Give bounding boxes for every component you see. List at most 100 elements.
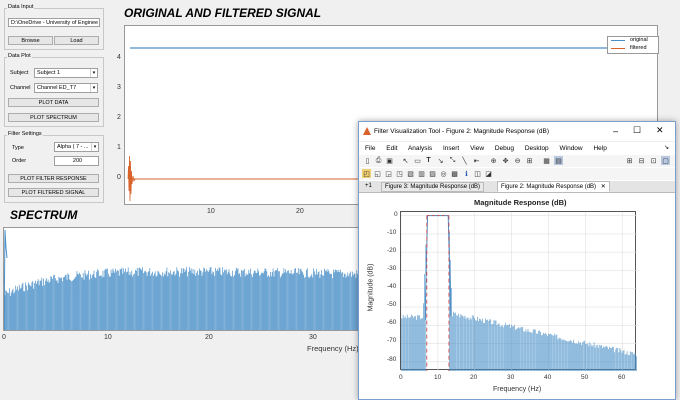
menu-file[interactable]: File [365,145,375,152]
mag-xtick: 40 [544,374,552,381]
data-input-title: Data Input [7,4,35,10]
tab-list-icon[interactable]: +1 [365,183,372,189]
fvtool-window[interactable]: Filter Visualization Tool - Figure 2: Ma… [358,121,676,400]
menu-insert[interactable]: Insert [443,145,459,152]
grid-icon[interactable]: ▦ [542,156,551,165]
magnitude-response-icon[interactable]: ◰ [362,169,371,178]
legend-filtered-label: filtered [630,45,647,51]
plot-filter-response-button[interactable]: PLOT FILTER RESPONSE [8,174,99,183]
channel-value: Channel ED_T7 [37,85,77,91]
menu-help[interactable]: Help [593,145,606,152]
tab-close-icon[interactable]: ✕ [601,184,606,190]
zoom-fit-icon[interactable]: ⊞ [525,156,534,165]
subject-value: Subject 1 [37,70,60,76]
mag-ytick: -80 [387,356,397,363]
zoom-in-icon[interactable]: ⊕ [489,156,498,165]
browse-button[interactable]: Browse [8,36,53,45]
channel-select[interactable]: Channel ED_T7 ▾ [34,83,98,93]
path-input[interactable]: D:\OneDrive - University of Enginee [8,18,100,27]
spectrum-xtick: 0 [2,334,6,341]
data-cursor-icon[interactable]: ✥ [501,156,510,165]
tab-figure-2-label: Figure 2: Magnitude Response (dB) [501,184,597,190]
signal-ytick: 0 [117,174,121,181]
impulse-response-icon[interactable]: ▥ [417,169,426,178]
menu-analysis[interactable]: Analysis [408,145,432,152]
menu-desktop[interactable]: Desktop [525,145,549,152]
magnitude-plot-title: Magnitude Response (dB) [474,198,567,207]
tile-2v-icon[interactable]: ⊡ [649,156,658,165]
magnitude-sidelobes [401,231,637,371]
tab-figure-2[interactable]: Figure 2: Magnitude Response (dB) ✕ [497,181,610,192]
phase-delay-icon[interactable]: ▧ [406,169,415,178]
type-select[interactable]: Alpha ( 7 - ... ▾ [54,142,99,152]
plot-spectrum-button[interactable]: PLOT SPECTRUM [8,113,99,122]
dock-icon[interactable]: ▢ [661,156,670,165]
tile-4-icon[interactable]: ⊞ [625,156,634,165]
spectrum-xtick: 20 [205,334,213,341]
mag-xtick: 0 [399,374,403,381]
arrow-icon[interactable]: ↘ [436,156,445,165]
mag-xtick: 60 [618,374,626,381]
zoom-out-icon[interactable]: ⊖ [513,156,522,165]
subject-select[interactable]: Subject 1 ▾ [34,68,98,78]
info-icon[interactable]: ℹ [462,169,471,178]
mag-ytick: -40 [387,283,397,290]
tab-figure-3[interactable]: Figure 3: Magnitude Response (dB) [381,182,485,192]
order-label: Order [12,158,27,164]
line-icon[interactable]: ╲ [460,156,469,165]
noise-icon[interactable]: ◪ [484,169,493,178]
maximize-icon[interactable]: ☐ [633,125,641,136]
pan-left-icon[interactable]: ⇤ [472,156,481,165]
spectrum-axes[interactable] [3,227,359,331]
magnitude-ylabel: Magnitude (dB) [367,263,375,312]
group-delay-icon[interactable]: ◳ [395,169,404,178]
menu-collapse-icon[interactable]: ↘ [664,144,669,151]
plot-data-button[interactable]: PLOT DATA [8,98,99,107]
signal-xtick: 20 [296,208,304,215]
legend-icon[interactable]: ▤ [554,156,563,165]
save-icon[interactable]: ▣ [385,156,394,165]
minimize-icon[interactable]: – [613,126,618,136]
subject-label: Subject [10,70,29,76]
load-button[interactable]: Load [54,36,99,45]
close-icon[interactable]: ✕ [656,125,664,136]
magnitude-xlabel: Frequency (Hz) [493,386,542,393]
fvtool-toolbar-1: ▯ ⎙ ▣ ↖ ▭ T ↘ ⤡ ╲ ⇤ ⊕ ✥ ⊖ ⊞ ▦ ▤ ⊞ ⊟ ⊡ ▢ [359,155,675,167]
phase-response-icon[interactable]: ◱ [373,169,382,178]
signal-ytick: 3 [117,84,121,91]
tile-2h-icon[interactable]: ⊟ [637,156,646,165]
signal-xtick: 10 [207,208,215,215]
signal-plot-title: ORIGINAL AND FILTERED SIGNAL [124,6,322,20]
pole-zero-icon[interactable]: ◎ [439,169,448,178]
plot-filtered-signal-button[interactable]: PLOT FILTERED SIGNAL [8,188,99,197]
chevron-down-icon: ▾ [90,84,97,92]
magnitude-axes[interactable] [400,211,637,371]
step-response-icon[interactable]: ▨ [428,169,437,178]
rectangle-icon[interactable]: ▭ [413,156,422,165]
mag-ytick: -70 [387,337,397,344]
spectrum-xtick: 30 [309,334,317,341]
loss-function-icon[interactable]: ◫ [473,169,482,178]
menu-edit[interactable]: Edit [386,145,397,152]
fvtool-titlebar[interactable]: Filter Visualization Tool - Figure 2: Ma… [359,122,675,142]
type-value: Alpha ( 7 - ... [57,144,89,150]
select-arrow-icon[interactable]: ↖ [401,156,410,165]
menu-debug[interactable]: Debug [495,145,514,152]
matlab-logo-icon [363,127,371,135]
text-icon[interactable]: T [424,156,433,165]
fvtool-toolbar-2: ◰ ◱ ◲ ◳ ▧ ▥ ▨ ◎ ▩ ℹ ◫ ◪ [359,168,675,180]
double-arrow-icon[interactable]: ⤡ [448,156,457,165]
spectrum-series [4,266,358,330]
data-plot-title: Data Plot [7,53,32,59]
new-file-icon[interactable]: ▯ [363,156,372,165]
magnitude-phase-icon[interactable]: ◲ [384,169,393,178]
print-icon[interactable]: ⎙ [374,156,383,165]
legend-original-swatch [611,40,625,41]
type-label: Type [12,145,24,151]
order-input[interactable]: 200 [54,156,99,166]
mag-ytick: -60 [387,319,397,326]
signal-ytick: 1 [117,144,121,151]
coefficients-icon[interactable]: ▩ [450,169,459,178]
menu-view[interactable]: View [470,145,484,152]
menu-window[interactable]: Window [560,145,583,152]
